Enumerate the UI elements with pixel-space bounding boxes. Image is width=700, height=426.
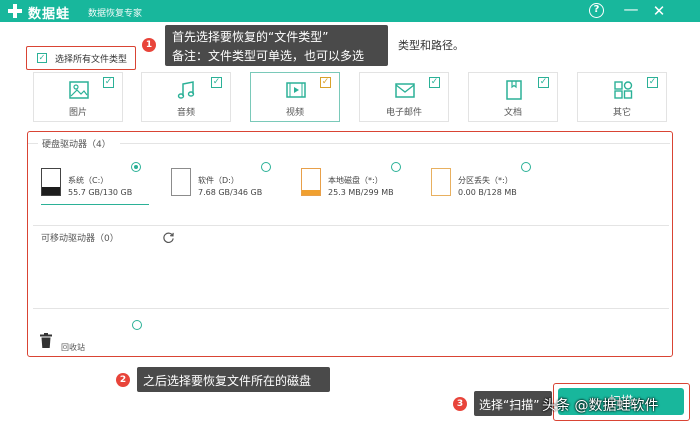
close-button[interactable]: ✕ [650,2,668,20]
trash-icon [40,333,52,348]
divider [33,308,669,309]
drive-local-disk[interactable]: 本地磁盘（*:） 25.3 MB/299 MB [301,168,421,208]
file-type-label: 其它 [612,108,631,118]
step-1-badge: 1 [142,38,156,52]
checkbox-icon[interactable]: ✓ [538,77,549,88]
file-type-label: 音频 [176,108,195,118]
checkbox-icon[interactable]: ✓ [647,77,658,88]
step-2-callout: 之后选择要恢复文件所在的磁盘 [137,367,330,392]
drive-name: 本地磁盘（*:） [328,176,383,185]
drive-c-radio[interactable] [131,162,141,172]
drive-d-radio[interactable] [261,162,271,172]
app-subtitle: 数据恢复专家 [88,9,143,19]
selected-underline [41,204,149,205]
drive-size: 55.7 GB/130 GB [68,188,133,197]
file-type-document[interactable]: ✓ 文档 [468,72,558,122]
drive-d[interactable]: 软件（D:） 7.68 GB/346 GB [171,168,291,208]
file-type-video[interactable]: ✓ 视频 [250,72,340,122]
hard-drive-icon [171,168,191,196]
step-2-badge: 2 [116,373,130,387]
step-3-text: 选择“扫描” [479,398,540,412]
help-icon[interactable]: ? [589,3,604,18]
drive-selection-panel: 硬盘驱动器（4） 系统（C:） 55.7 GB/130 GB 软件（D:） 7.… [27,131,673,357]
divider [120,143,670,144]
drive-lost-partition-radio[interactable] [521,162,531,172]
checkbox-icon[interactable]: ✓ [211,77,222,88]
drive-name: 分区丢失（*:） [458,176,513,185]
file-type-label: 视频 [285,108,304,118]
step-3-badge: 3 [453,397,467,411]
checkbox-icon[interactable]: ✓ [429,77,440,88]
step-1-line-1: 首先选择要恢复的“文件类型” [172,30,329,44]
recycle-bin-label: 回收站 [61,343,85,352]
document-icon [506,80,522,100]
drive-local-disk-radio[interactable] [391,162,401,172]
removable-drives-title: 可移动驱动器（0） [41,234,119,244]
file-type-email[interactable]: ✓ 电子邮件 [359,72,449,122]
divider [33,225,669,226]
drive-size: 25.3 MB/299 MB [328,188,394,197]
checkbox-icon[interactable]: ✓ [320,77,331,88]
file-type-label: 电子邮件 [385,108,422,118]
step-2-text: 之后选择要恢复文件所在的磁盘 [143,374,312,388]
image-icon [69,81,89,99]
app-name: 数据蛙 [28,7,71,22]
drive-c[interactable]: 系统（C:） 55.7 GB/130 GB [41,168,161,208]
checkbox-icon[interactable]: ✓ [103,77,114,88]
step-1-callout: 首先选择要恢复的“文件类型” 备注：文件类型可单选，也可以多选 [165,25,388,66]
mail-icon [395,83,415,98]
file-type-label: 文档 [503,108,522,118]
hard-drive-icon [41,168,61,196]
hard-drive-icon [431,168,451,196]
recycle-bin-radio[interactable] [132,320,142,330]
file-type-other[interactable]: ✓ 其它 [577,72,667,122]
drive-size: 0.00 B/128 MB [458,188,517,197]
file-type-label: 图片 [68,108,87,118]
grid-icon [614,81,633,99]
file-type-audio[interactable]: ✓ 音频 [141,72,231,122]
watermark: 头条 @数据蛙软件 [542,398,659,414]
select-all-checkbox[interactable]: ✓ 选择所有文件类型 [26,46,136,70]
file-type-image[interactable]: ✓ 图片 [33,72,123,122]
hard-drive-icon [301,168,321,196]
title-bar: 数据蛙 数据恢复专家 ? — ✕ [0,0,700,22]
instruction-text: 类型和路径。 [398,39,464,52]
step-1-line-2: 备注：文件类型可单选，也可以多选 [172,49,365,63]
app-logo-icon [8,4,22,18]
select-all-label: 选择所有文件类型 [55,55,128,65]
video-icon [286,82,306,98]
drive-size: 7.68 GB/346 GB [198,188,263,197]
hard-drives-title: 硬盘驱动器（4） [42,140,111,150]
step-3-callout: 选择“扫描” [474,391,552,416]
drive-name: 系统（C:） [68,176,109,185]
drive-lost-partition[interactable]: 分区丢失（*:） 0.00 B/128 MB [431,168,551,208]
drive-name: 软件（D:） [198,176,239,185]
refresh-icon[interactable] [162,231,175,244]
divider [28,143,38,144]
music-icon [177,81,195,99]
minimize-button[interactable]: — [622,0,640,18]
checkbox-icon[interactable]: ✓ [37,53,47,63]
